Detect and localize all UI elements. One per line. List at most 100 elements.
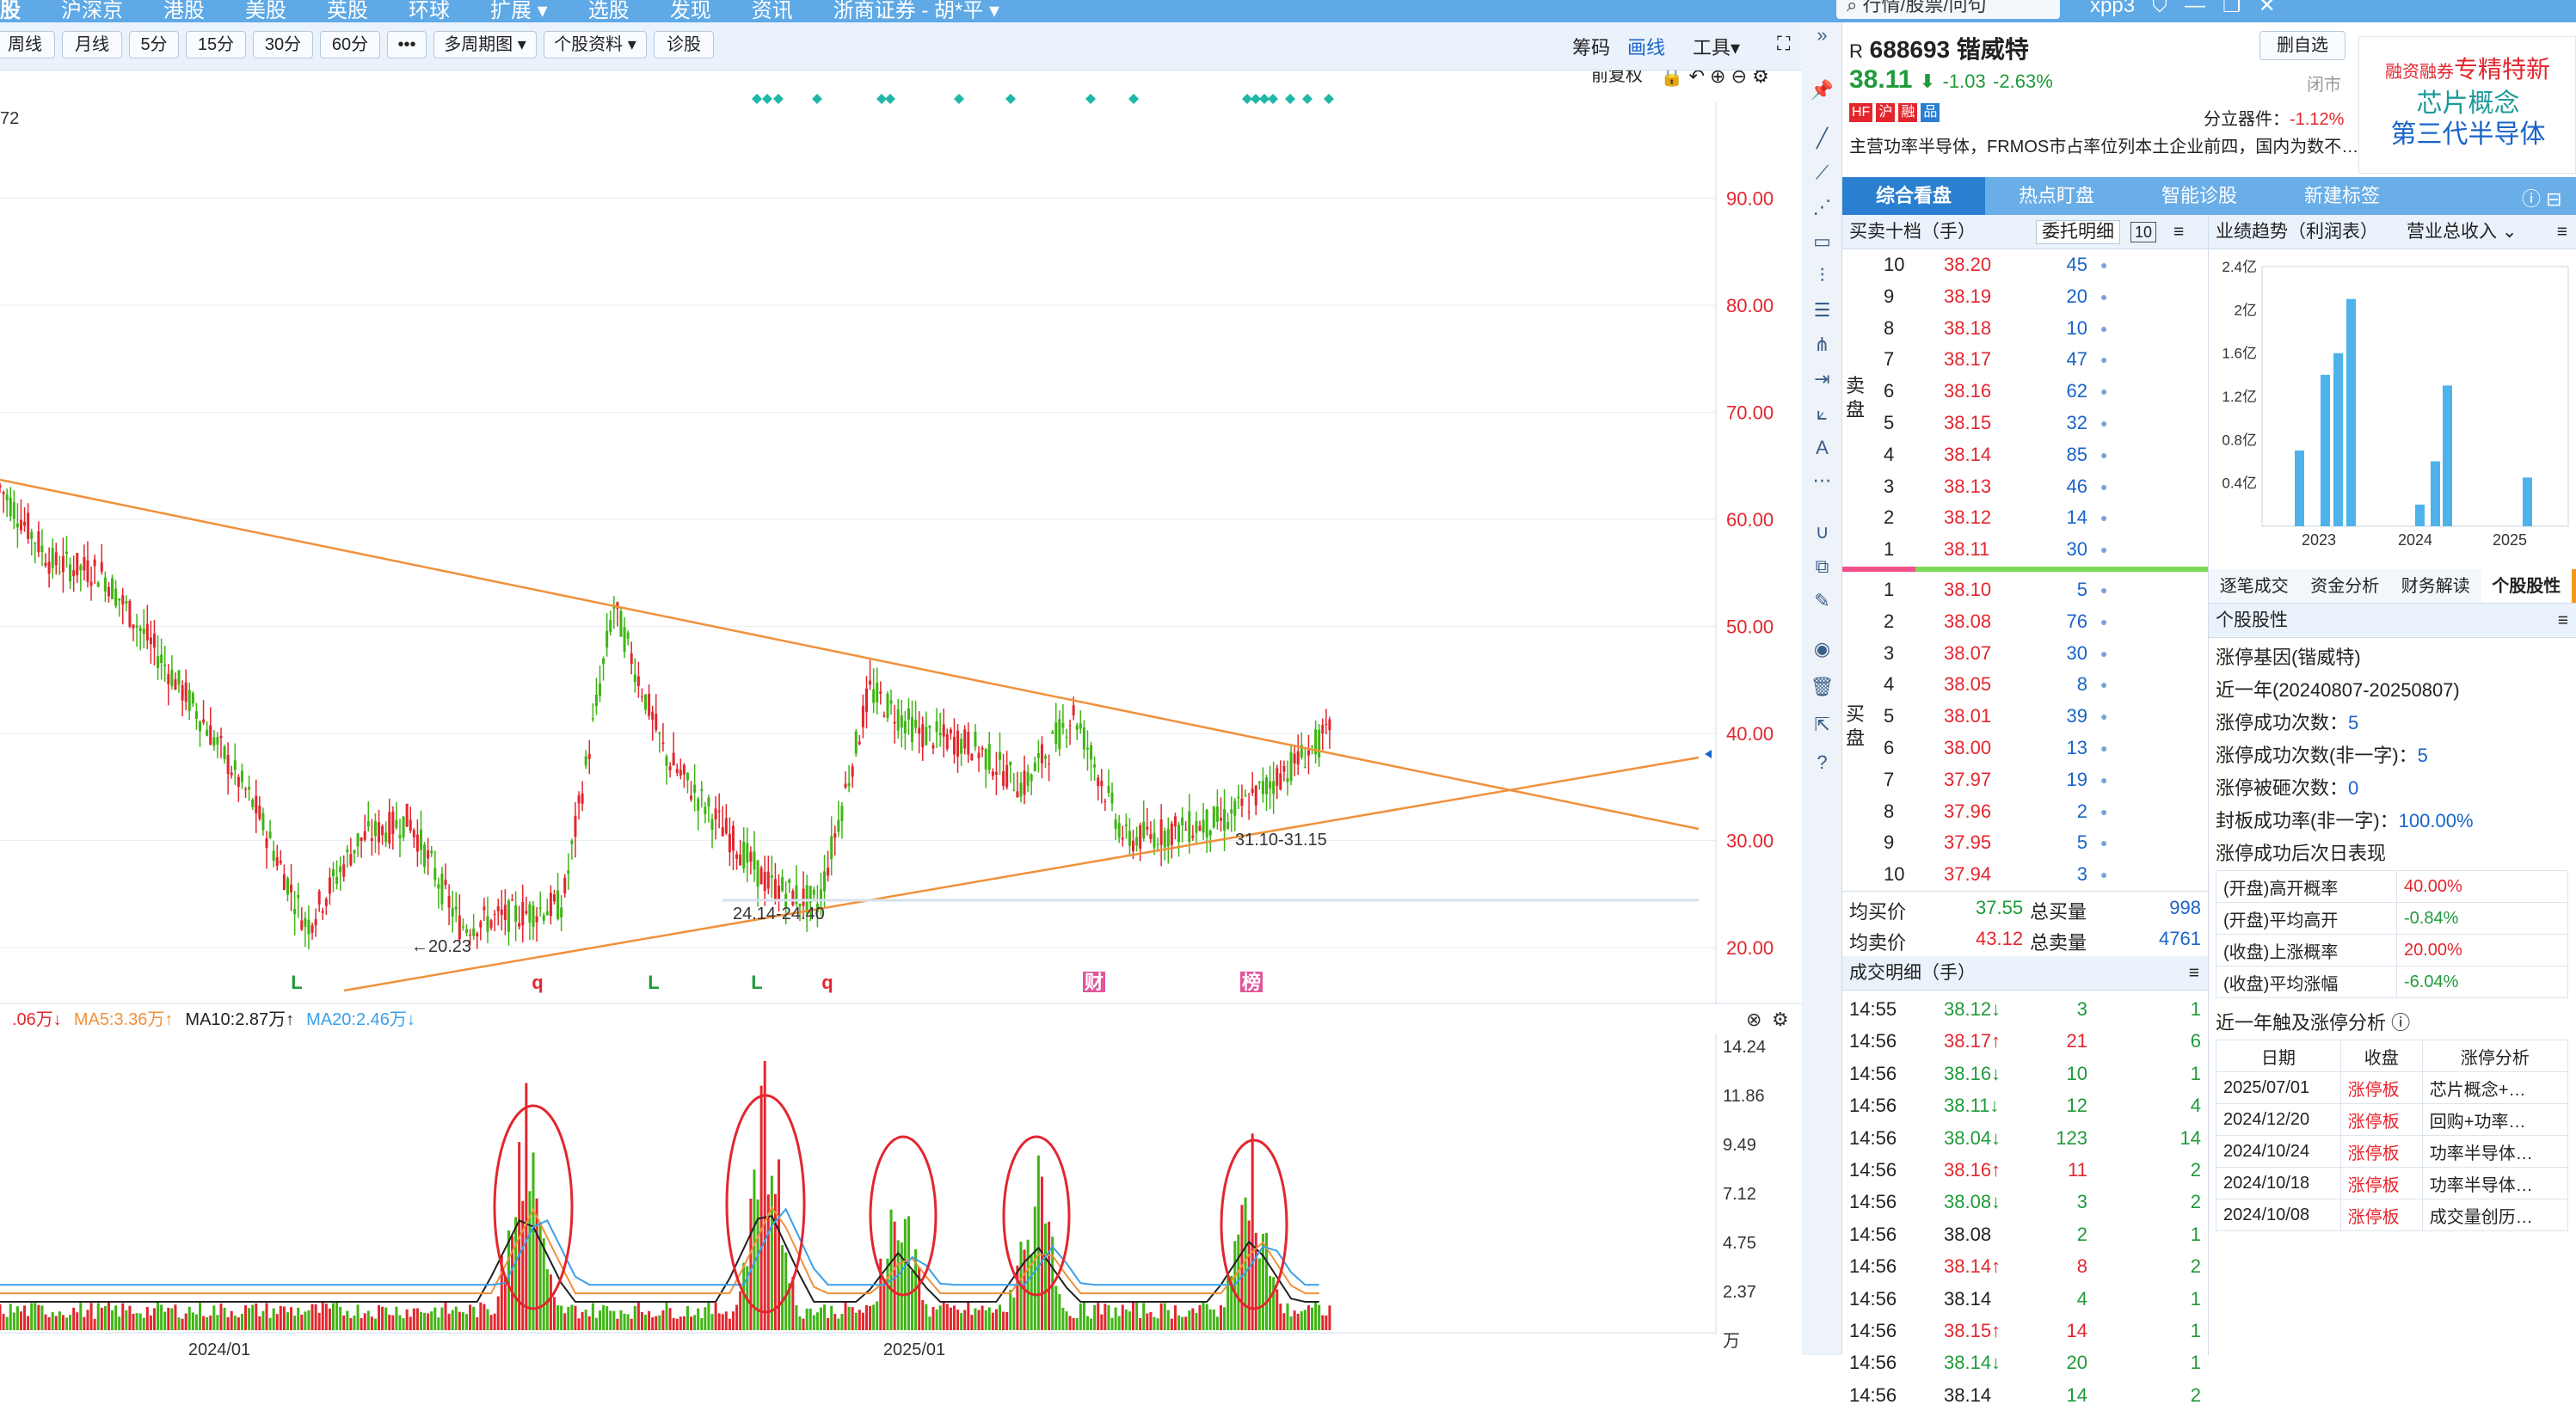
volume-highlight-circle[interactable] [870,1137,936,1295]
eye-icon[interactable]: ◉ [1802,638,1842,660]
tools-button[interactable]: 工具▾ [1693,33,1740,60]
draw-button[interactable]: 画线 [1627,33,1665,60]
sell-row[interactable]: 238.1214● [1842,502,2208,533]
period-button[interactable]: 30分 [253,31,313,58]
limit-row[interactable]: 2024/12/20涨停板回购+功率… [2216,1104,2568,1136]
signal-diamond-icon[interactable] [1005,94,1016,104]
buy-row[interactable]: 538.0139● [1842,701,2208,732]
fan-tool-icon[interactable]: ⋔ [1802,334,1842,356]
period-button[interactable]: 多周期图 ▾ [433,31,537,58]
signal-diamond-icon[interactable] [812,94,822,104]
sell-row[interactable]: 538.1532● [1842,408,2208,439]
pane-settings-icon[interactable]: ⚙ [1772,1009,1789,1030]
kline-chart-area[interactable]: 90.0080.0070.0060.0050.0040.0030.0020.00… [0,71,1802,1355]
signal-diamond-icon[interactable] [954,94,964,104]
menu-icon[interactable]: ≡ [2558,604,2568,638]
buy-row[interactable]: 1037.943● [1842,859,2208,890]
nav-item[interactable]: 扩展 ▾ [490,0,548,23]
close-pane-icon[interactable]: ⊗ [1746,1009,1761,1030]
trash-icon[interactable]: 🗑 [1802,676,1842,698]
text-tool-icon[interactable]: A [1802,437,1842,459]
buy-row[interactable]: 438.058● [1842,669,2208,700]
main-tab[interactable]: 综合看盘 [1842,177,1985,215]
nav-item[interactable]: 发现 [670,0,711,23]
sub-tab[interactable]: 个股股性 [2481,569,2576,603]
signal-diamond-icon[interactable] [752,94,762,104]
buy-row[interactable]: 238.0876● [1842,606,2208,637]
signal-diamond-icon[interactable] [1285,94,1295,104]
buy-row[interactable]: 338.0730● [1842,638,2208,669]
signal-diamond-icon[interactable] [1302,94,1313,104]
signal-diamond-icon[interactable] [1268,94,1278,104]
limit-row[interactable]: 2024/10/24涨停板功率半导体… [2216,1136,2568,1168]
rect-tool-icon[interactable]: ▭ [1802,230,1842,253]
sub-tab[interactable]: 财务解读 [2390,569,2481,603]
sub-tab[interactable]: 逐笔成交 [2209,569,2300,603]
magnet-icon[interactable]: ∪ [1802,521,1842,543]
sell-row[interactable]: 938.1920● [1842,281,2208,312]
buy-row[interactable]: 638.0013● [1842,733,2208,764]
order-detail-tab[interactable]: 委托明细 [2036,220,2120,244]
chart-marker[interactable]: 财 [1085,972,1104,993]
depth-select[interactable]: 10 [2130,222,2156,242]
nav-item[interactable]: 沪深京 [61,0,123,23]
period-button[interactable]: 5分 [129,31,179,58]
nav-item[interactable]: 选股 [588,0,630,23]
period-button[interactable]: 周线 [0,31,55,58]
user-name[interactable]: xpp3 [2090,0,2135,18]
period-button[interactable]: 诊股 [654,31,714,58]
chart-marker[interactable]: L [291,972,302,993]
limit-row[interactable]: 2025/07/01涨停板芯片概念+… [2216,1072,2568,1104]
signal-diamond-icon[interactable] [1085,94,1096,104]
signal-diamond-icon[interactable] [885,94,895,104]
limit-row[interactable]: 2024/10/08涨停板成交量创历… [2216,1199,2568,1231]
lock-icon[interactable]: 🔒 ↶ ⊕ ⊖ ⚙ [1660,71,1769,87]
period-button[interactable]: 60分 [320,31,380,58]
help-icon[interactable]: ? [1802,752,1842,774]
signal-diamond-icon[interactable] [1128,94,1139,104]
export-icon[interactable]: ⇱ [1802,714,1842,736]
buy-row[interactable]: 937.955● [1842,827,2208,858]
sub-tab[interactable]: 资金分析 [2300,569,2391,603]
signal-diamond-icon[interactable] [1324,94,1334,104]
nav-item[interactable]: 浙商证券 - 胡*平 ▾ [833,0,999,23]
restore-label[interactable]: 前复权 [1591,71,1643,85]
perf-select[interactable]: 营业总收入 ⌄ [2407,215,2517,249]
chart-marker[interactable]: 榜 [1242,972,1261,993]
nav-item[interactable]: 英股 [327,0,368,23]
buy-row[interactable]: 138.105● [1842,574,2208,605]
period-button[interactable]: 个股资料 ▾ [544,31,647,58]
menu-icon[interactable]: ≡ [2173,215,2184,249]
sell-row[interactable]: 438.1485● [1842,439,2208,470]
nav-item[interactable]: 资讯 [752,0,793,23]
pin-icon[interactable]: 📌 [1802,79,1842,101]
main-tab[interactable]: 新建标签 [2271,177,2413,215]
edit-icon[interactable]: ✎ [1802,590,1842,612]
volume-highlight-circle[interactable] [1221,1140,1287,1309]
main-tab[interactable]: 热点盯盘 [1985,177,2128,215]
sell-row[interactable]: 838.1810● [1842,313,2208,344]
more-tools-icon[interactable]: ⋯ [1802,469,1842,492]
signal-diamond-icon[interactable] [762,94,772,104]
nav-item[interactable]: 环球 [409,0,450,23]
nav-item[interactable]: 股 [0,0,21,23]
period-button[interactable]: 15分 [186,31,246,58]
gann-tool-icon[interactable]: ⟀ [1802,402,1842,425]
period-button[interactable]: 月线 [62,31,122,58]
line-tool-icon[interactable]: ╱ [1802,127,1842,150]
info-icon[interactable]: ⓘ [2391,1012,2410,1034]
search-input[interactable]: ⌕ 行情/股票/问句 [1836,0,2060,19]
measure-tool-icon[interactable]: ⇥ [1802,368,1842,390]
sell-row[interactable]: 738.1747● [1842,344,2208,375]
buy-row[interactable]: 737.9719● [1842,764,2208,795]
shield-icon[interactable]: ⛉ [2152,0,2167,18]
nav-item[interactable]: 港股 [163,0,205,23]
fullscreen-icon[interactable]: ⛶ [1777,33,1790,55]
help-icon[interactable]: ⓘ ⊟ [2522,184,2562,212]
segment-tool-icon[interactable]: ⟋ [1802,162,1842,184]
fib-tool-icon[interactable]: ⫶ [1802,265,1842,287]
restore-icon[interactable]: ❐ [2222,0,2241,18]
menu-icon[interactable]: ≡ [2557,215,2567,249]
minimize-icon[interactable]: — [2185,0,2205,18]
buy-row[interactable]: 837.962● [1842,796,2208,827]
